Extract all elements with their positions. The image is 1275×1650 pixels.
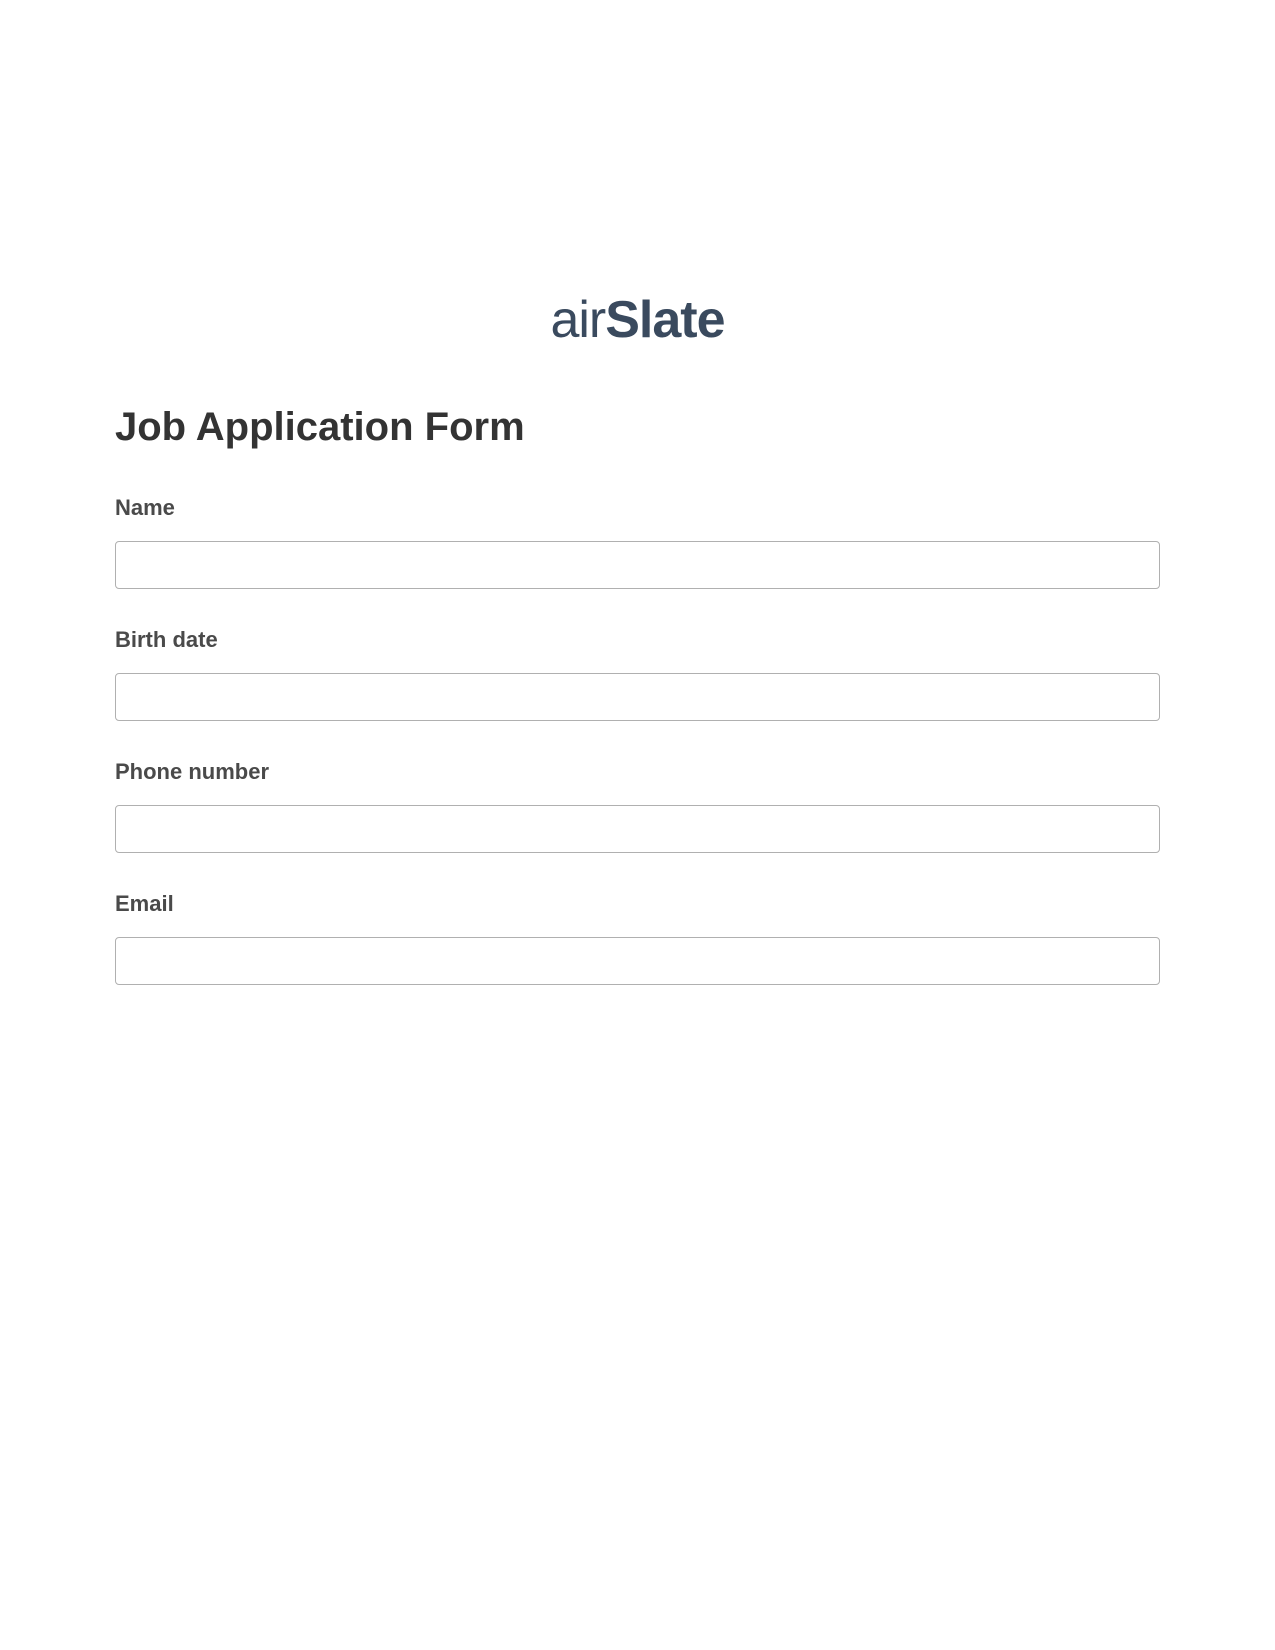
name-input[interactable] — [115, 541, 1160, 589]
birthdate-input[interactable] — [115, 673, 1160, 721]
form-group-phone: Phone number — [115, 759, 1160, 853]
form-group-name: Name — [115, 495, 1160, 589]
phone-input[interactable] — [115, 805, 1160, 853]
email-input[interactable] — [115, 937, 1160, 985]
form-title: Job Application Form — [115, 405, 1160, 450]
form-group-email: Email — [115, 891, 1160, 985]
logo-text: airSlate — [550, 290, 724, 350]
form-container: airSlate Job Application Form Name Birth… — [0, 0, 1275, 985]
email-label: Email — [115, 891, 1160, 917]
logo: airSlate — [115, 290, 1160, 350]
logo-prefix: air — [550, 291, 605, 349]
name-label: Name — [115, 495, 1160, 521]
form-group-birthdate: Birth date — [115, 627, 1160, 721]
phone-label: Phone number — [115, 759, 1160, 785]
birthdate-label: Birth date — [115, 627, 1160, 653]
logo-suffix: Slate — [605, 291, 724, 349]
